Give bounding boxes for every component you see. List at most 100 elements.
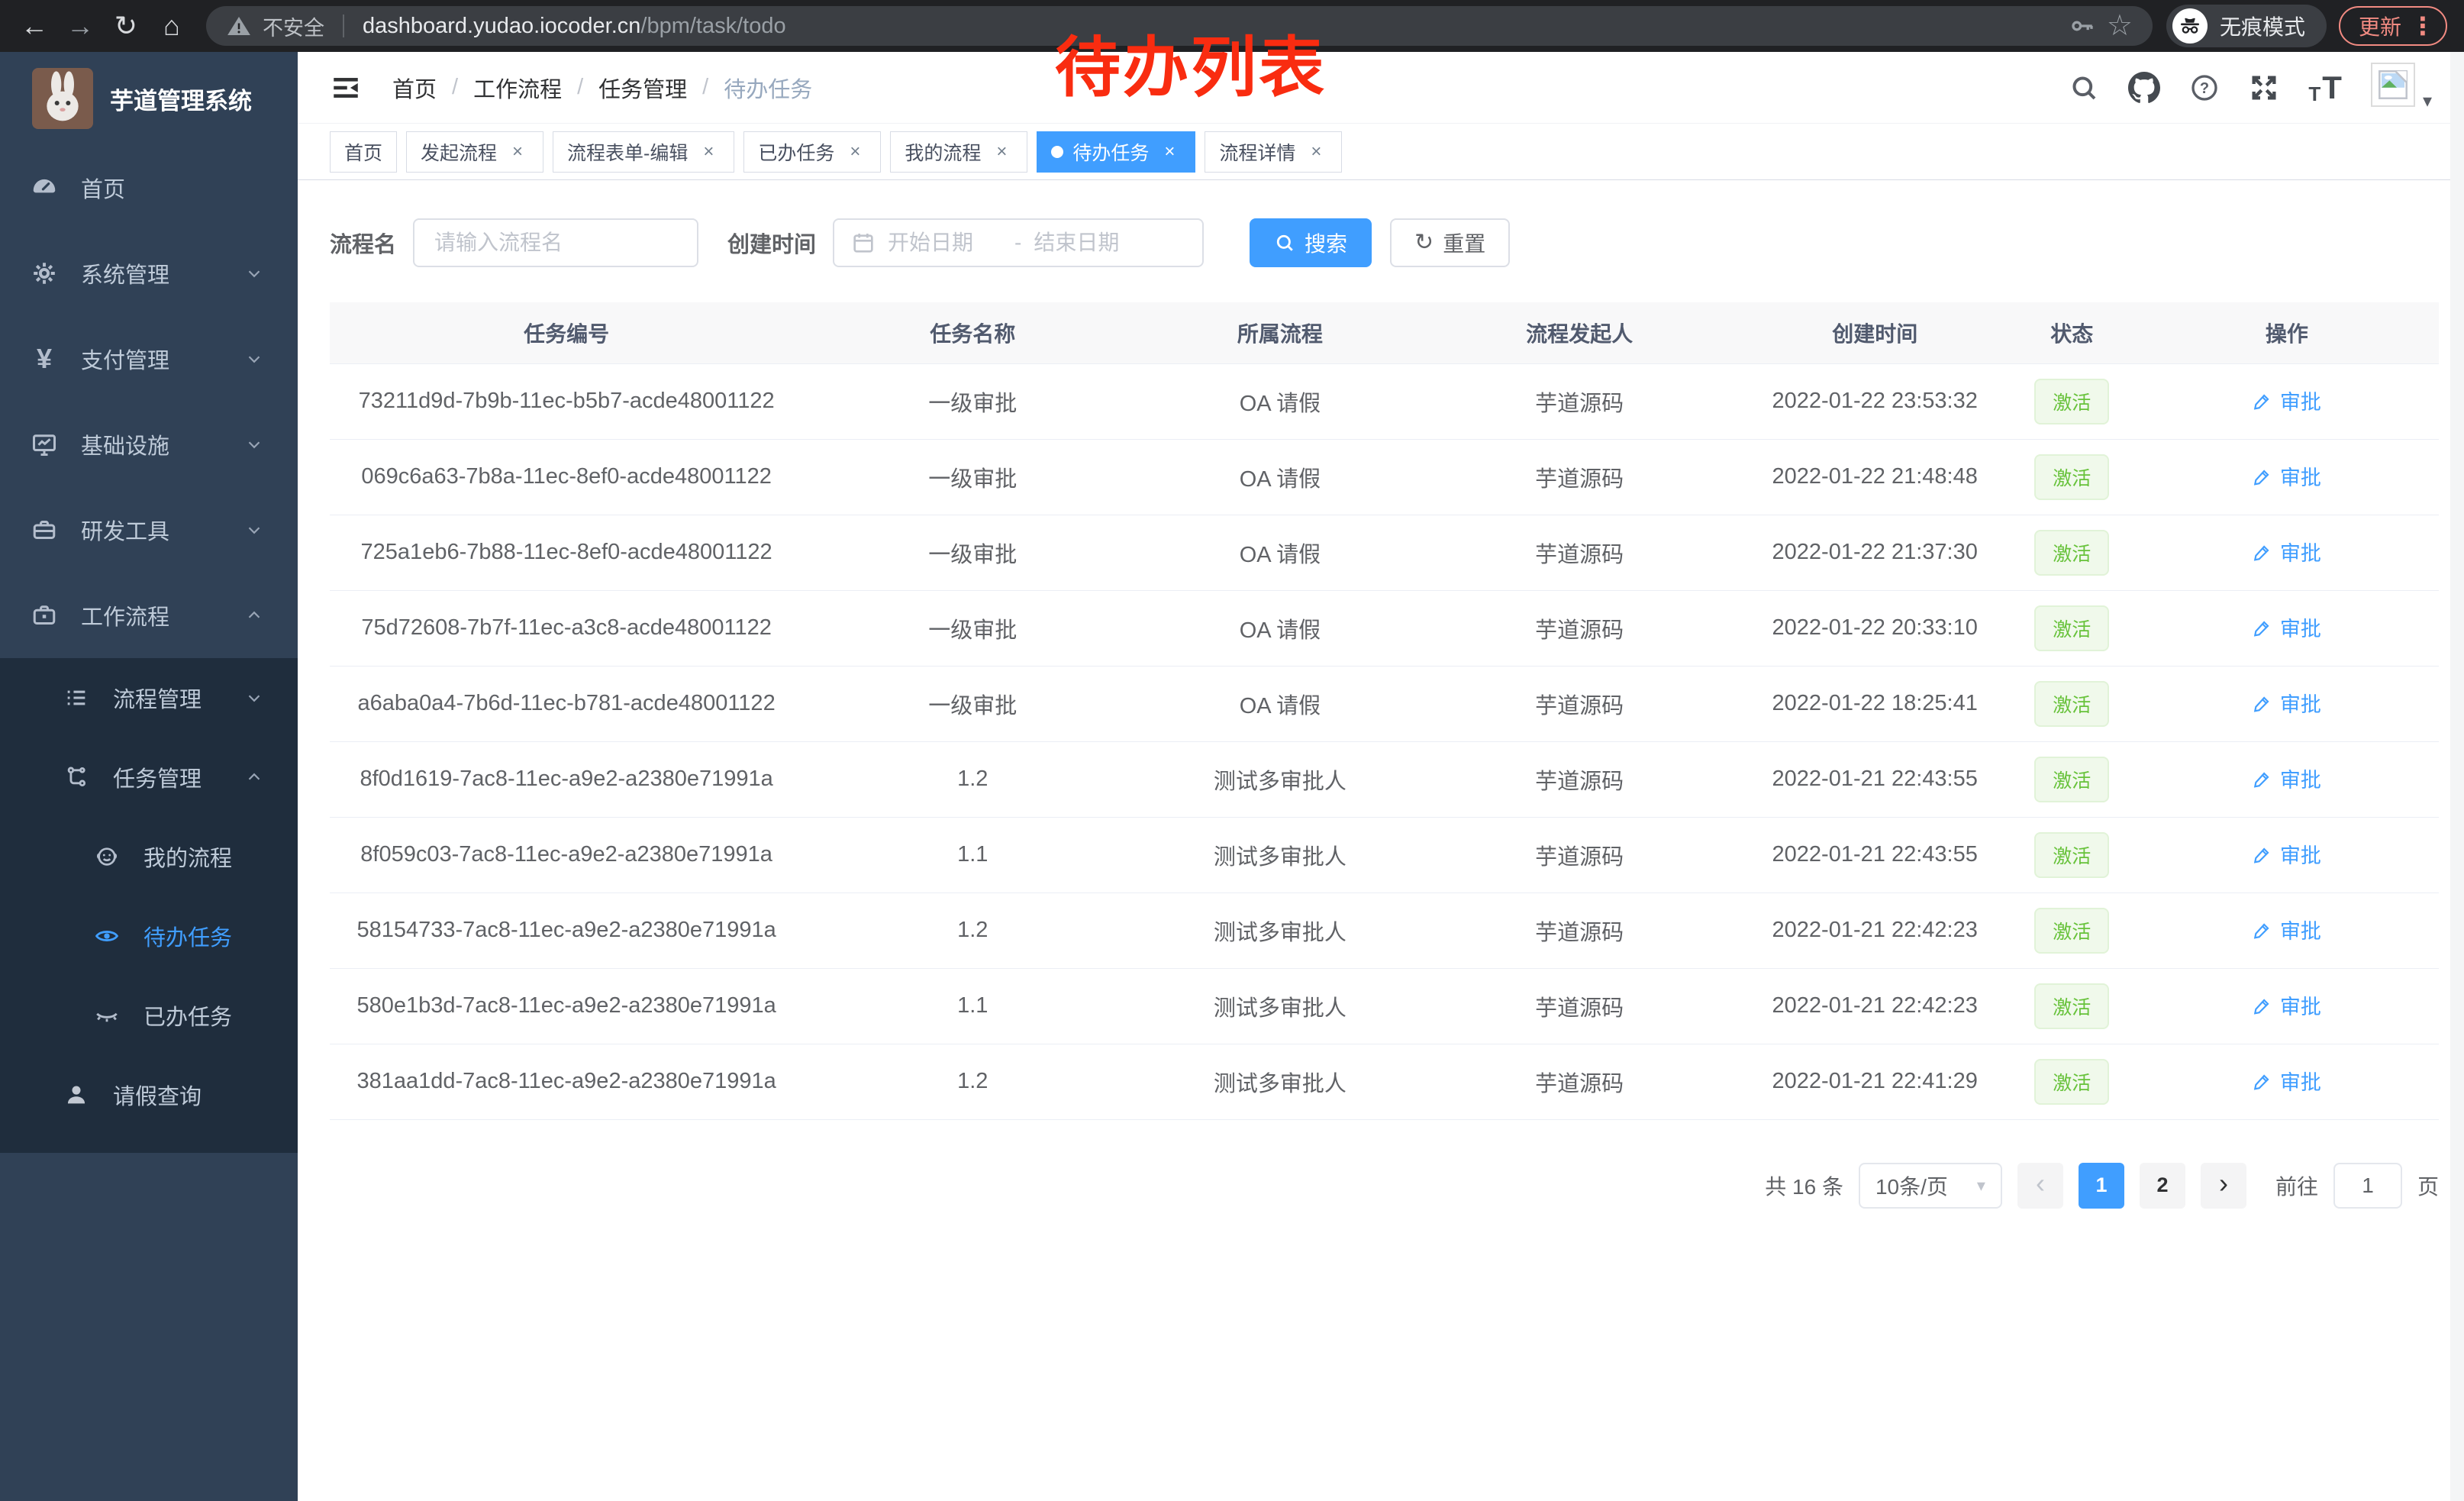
fullscreen-icon[interactable] bbox=[2249, 73, 2279, 103]
goto-label: 前往 bbox=[2275, 1170, 2318, 1201]
search-button[interactable]: 搜索 bbox=[1250, 218, 1372, 267]
close-icon[interactable]: × bbox=[1305, 140, 1327, 163]
sidebar-item-workflow[interactable]: 工作流程 bbox=[0, 573, 298, 658]
status-badge: 激活 bbox=[2034, 983, 2109, 1029]
browser-update-button[interactable]: 更新 ⋮ bbox=[2339, 6, 2447, 46]
approve-link[interactable]: 审批 bbox=[2253, 688, 2321, 718]
sidebar-item-task-management[interactable]: 任务管理 bbox=[0, 738, 298, 817]
avatar-caret-icon[interactable]: ▾ bbox=[2423, 90, 2432, 112]
active-tab-dot bbox=[1051, 146, 1063, 158]
search-icon bbox=[1274, 232, 1295, 253]
bookmark-star-icon[interactable]: ☆ bbox=[2107, 11, 2133, 40]
breadcrumb: 首页 / 工作流程 / 任务管理 / 待办任务 bbox=[392, 72, 812, 104]
face-icon bbox=[90, 844, 124, 870]
sidebar-item-payment[interactable]: ¥ 支付管理 bbox=[0, 316, 298, 402]
tab-process-detail[interactable]: 流程详情× bbox=[1205, 131, 1342, 173]
start-date-input[interactable] bbox=[888, 231, 1002, 255]
approve-link[interactable]: 审批 bbox=[2253, 537, 2321, 567]
browser-toolbar: ← → ↻ ⌂ 不安全 dashboard.yudao.iocoder.cn/b… bbox=[0, 0, 2464, 52]
navbar-actions: ? TT bbox=[2069, 63, 2432, 112]
help-icon[interactable]: ? bbox=[2189, 73, 2220, 103]
github-icon[interactable] bbox=[2128, 72, 2160, 104]
browser-home-icon[interactable]: ⌂ bbox=[151, 5, 192, 47]
sidebar-item-leave-query[interactable]: 请假查询 bbox=[0, 1055, 298, 1135]
browser-reload-icon[interactable]: ↻ bbox=[105, 5, 147, 47]
close-icon[interactable]: × bbox=[506, 140, 529, 163]
page-size-select[interactable]: 10条/页 ▾ bbox=[1859, 1163, 2002, 1209]
font-size-icon[interactable]: TT bbox=[2308, 69, 2342, 106]
flow-icon bbox=[60, 764, 93, 790]
col-actions: 操作 bbox=[2135, 302, 2439, 363]
url-bar[interactable]: 不安全 dashboard.yudao.iocoder.cn/bpm/task/… bbox=[206, 6, 2153, 46]
yen-icon: ¥ bbox=[27, 343, 61, 375]
list-icon bbox=[60, 685, 93, 711]
table-row: a6aba0a4-7b6d-11ec-b781-acde48001122 一级审… bbox=[330, 666, 2439, 741]
next-page-button[interactable]: › bbox=[2201, 1163, 2246, 1209]
breadcrumb-workflow[interactable]: 工作流程 bbox=[473, 72, 562, 104]
status-badge: 激活 bbox=[2034, 605, 2109, 651]
edit-icon bbox=[2253, 542, 2272, 562]
approve-link[interactable]: 审批 bbox=[2253, 1066, 2321, 1096]
prev-page-button[interactable]: ‹ bbox=[2017, 1163, 2063, 1209]
calendar-icon bbox=[851, 231, 876, 255]
avatar[interactable] bbox=[2371, 63, 2415, 107]
process-name-input[interactable] bbox=[413, 218, 698, 267]
password-key-icon[interactable] bbox=[2069, 12, 2096, 40]
table-row: 75d72608-7b7f-11ec-a3c8-acde48001122 一级审… bbox=[330, 590, 2439, 666]
table-row: 580e1b3d-7ac8-11ec-a9e2-a2380e71991a 1.1… bbox=[330, 968, 2439, 1044]
tab-start-process[interactable]: 发起流程× bbox=[406, 131, 543, 173]
approve-link[interactable]: 审批 bbox=[2253, 763, 2321, 793]
sidebar-item-devtools[interactable]: 研发工具 bbox=[0, 487, 298, 573]
edit-icon bbox=[2253, 996, 2272, 1015]
browser-menu-icon[interactable]: ⋮ bbox=[2411, 11, 2435, 40]
sidebar-item-done-tasks[interactable]: 已办任务 bbox=[0, 976, 298, 1055]
app-logo[interactable]: 芋道管理系统 bbox=[0, 52, 298, 145]
edit-icon bbox=[2253, 618, 2272, 638]
sidebar-item-process-management[interactable]: 流程管理 bbox=[0, 658, 298, 738]
sidebar-item-system[interactable]: 系统管理 bbox=[0, 231, 298, 316]
approve-link[interactable]: 审批 bbox=[2253, 386, 2321, 415]
browser-forward-icon[interactable]: → bbox=[60, 5, 101, 47]
approve-link[interactable]: 审批 bbox=[2253, 839, 2321, 869]
user-icon bbox=[60, 1082, 93, 1108]
goto-page-input[interactable] bbox=[2333, 1163, 2402, 1209]
close-icon[interactable]: × bbox=[697, 140, 720, 163]
edit-icon bbox=[2253, 391, 2272, 411]
sidebar-item-my-process[interactable]: 我的流程 bbox=[0, 817, 298, 896]
search-icon[interactable] bbox=[2069, 73, 2099, 103]
close-icon[interactable]: × bbox=[1158, 140, 1181, 163]
edit-icon bbox=[2253, 769, 2272, 789]
page-button-1[interactable]: 1 bbox=[2079, 1163, 2124, 1209]
approve-link[interactable]: 审批 bbox=[2253, 990, 2321, 1020]
sidebar-item-home[interactable]: 首页 bbox=[0, 145, 298, 231]
sidebar-item-infrastructure[interactable]: 基础设施 bbox=[0, 402, 298, 487]
chevron-down-icon bbox=[244, 349, 264, 369]
sidebar-item-todo-tasks[interactable]: 待办任务 bbox=[0, 896, 298, 976]
end-date-input[interactable] bbox=[1034, 231, 1148, 255]
close-icon[interactable]: × bbox=[843, 140, 866, 163]
approve-link[interactable]: 审批 bbox=[2253, 461, 2321, 491]
close-icon[interactable]: × bbox=[990, 140, 1013, 163]
tab-todo-tasks[interactable]: 待办任务× bbox=[1037, 131, 1195, 173]
tab-my-process[interactable]: 我的流程× bbox=[890, 131, 1027, 173]
browser-scrollbar[interactable] bbox=[2450, 52, 2464, 1501]
monitor-icon bbox=[27, 431, 61, 458]
chevron-up-icon bbox=[244, 605, 264, 625]
reset-button[interactable]: ↻ 重置 bbox=[1390, 218, 1510, 267]
tab-form-edit[interactable]: 流程表单-编辑× bbox=[553, 131, 734, 173]
breadcrumb-home[interactable]: 首页 bbox=[392, 72, 437, 104]
date-range-picker[interactable]: - bbox=[833, 218, 1204, 267]
approve-link[interactable]: 审批 bbox=[2253, 612, 2321, 642]
chevron-up-icon bbox=[244, 767, 264, 787]
browser-back-icon[interactable]: ← bbox=[14, 5, 55, 47]
breadcrumb-task-management[interactable]: 任务管理 bbox=[598, 72, 687, 104]
page-button-2[interactable]: 2 bbox=[2140, 1163, 2185, 1209]
table-row: 8f059c03-7ac8-11ec-a9e2-a2380e71991a 1.1… bbox=[330, 817, 2439, 893]
breadcrumb-current: 待办任务 bbox=[724, 72, 812, 104]
gear-icon bbox=[27, 260, 61, 287]
approve-link[interactable]: 审批 bbox=[2253, 915, 2321, 944]
sidebar-collapse-icon[interactable] bbox=[330, 72, 362, 104]
tab-home[interactable]: 首页 bbox=[330, 131, 397, 173]
insecure-label[interactable]: 不安全 bbox=[263, 11, 324, 41]
tab-done-tasks[interactable]: 已办任务× bbox=[743, 131, 881, 173]
